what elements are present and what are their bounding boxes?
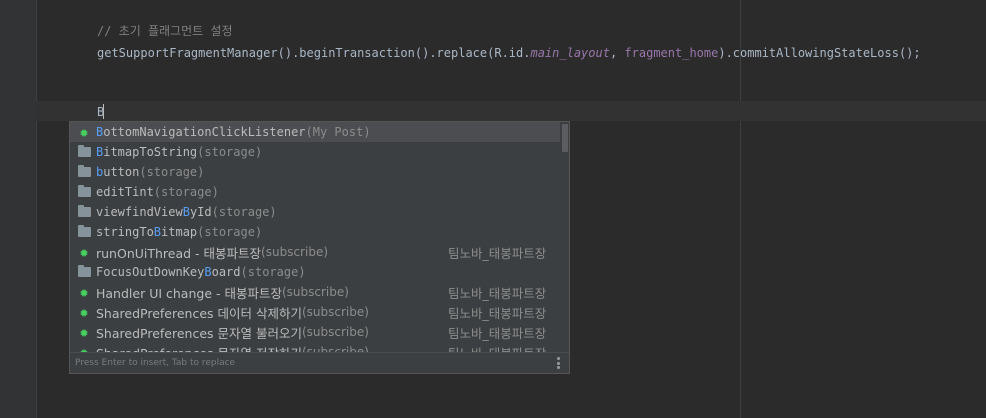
current-line-highlight [36,101,986,121]
text-caret [103,104,104,119]
completion-item-name: SharedPreferences 문자열 저장하기 [96,343,302,353]
completion-item[interactable]: BitmapToString (storage) [70,142,560,162]
live-template-icon: ✹ [79,283,89,301]
completion-item[interactable]: ✹ Handler UI change - 태봉파트장 (subscribe) 팀노바… [70,282,560,302]
completion-item-source: 팀노바_태봉파트장 [448,285,547,301]
right-margin-guide [740,0,741,418]
completion-item-group: (storage) [153,185,219,199]
completion-item-name: runOnUiThread - 태봉파트장 [96,245,262,261]
completion-item-source: 팀노바_태봉파트장 [448,305,547,321]
completion-item-name: Handler UI change - 태봉파트장 [96,285,282,301]
completion-item[interactable]: ✹ SharedPreferences 데이터 삭제하기 (subscribe) 팀노… [70,302,560,322]
completion-item[interactable]: viewfindViewById (storage) [70,202,560,222]
footer-hint: Press Enter to insert, Tab to replace [75,358,236,368]
completion-item-name: stringToBitmap [96,225,198,239]
live-template-icon: ✹ [79,123,89,141]
completion-item[interactable]: button (storage) [70,162,560,182]
completion-item-name: editTint [96,185,154,199]
completion-item-name: SharedPreferences 데이터 삭제하기 [96,305,302,321]
completion-item-name: viewfindViewById [96,205,212,219]
code-arg: fragment_home [624,46,719,60]
completion-item[interactable]: ✹ SharedPreferences 문자열 불러오기 (subscribe) 팀노… [70,322,560,342]
completion-item-group: (subscribe) [281,285,349,299]
completion-item-group: (subscribe) [301,345,369,352]
scrollbar-track[interactable] [560,122,569,352]
completion-item-group: (My Post) [305,125,371,139]
live-template-icon: ✹ [79,343,89,353]
editor-gutter [0,0,37,418]
completion-item-group: (subscribe) [301,305,369,319]
completion-item-group: (storage) [197,225,263,239]
live-template-icon: ✹ [79,243,89,261]
scrollbar-thumb[interactable] [562,124,568,152]
code-comment: // 초기 플래그먼트 설정 [97,24,233,38]
completion-list[interactable]: ✹ BottomNavigationClickListener (My Post) B… [70,122,560,352]
code-field: main_layout [530,46,610,60]
folder-icon [77,145,91,159]
completion-item-name: BitmapToString [96,145,198,159]
completion-item-group: (storage) [139,165,205,179]
folder-icon [77,185,91,199]
completion-item-name: FocusOutDownKeyBoard [96,265,241,279]
completion-item[interactable]: FocusOutDownKeyBoard (storage) [70,262,560,282]
completion-item-group: (storage) [240,265,306,279]
completion-item-group: (subscribe) [261,245,329,259]
completion-item-group: (storage) [211,205,277,219]
completion-item-name: SharedPreferences 문자열 불러오기 [96,325,302,341]
completion-item[interactable]: editTint (storage) [70,182,560,202]
folder-icon [77,205,91,219]
folder-icon [77,265,91,279]
folder-icon [77,225,91,239]
completion-item-name: button [96,165,140,179]
autocomplete-popup[interactable]: ✹ BottomNavigationClickListener (My Post) B… [69,121,570,374]
live-template-icon: ✹ [79,323,89,341]
completion-item[interactable]: ✹ BottomNavigationClickListener (My Post) [70,122,560,142]
code-part: , [609,46,625,60]
completion-item[interactable]: ✹ runOnUiThread - 태봉파트장 (subscribe) 팀노바_태봉파… [70,242,560,262]
completion-item-group: (storage) [197,145,263,159]
live-template-icon: ✹ [79,303,89,321]
completion-item-name: BottomNavigationClickListener [96,125,306,139]
more-options-icon[interactable] [557,357,560,369]
completion-item[interactable]: stringToBitmap (storage) [70,222,560,242]
popup-footer: Press Enter to insert, Tab to replace [70,352,569,373]
completion-item-source: 팀노바_태봉파트장 [448,245,547,261]
completion-item[interactable]: ✹ SharedPreferences 문자열 저장하기(subscribe) 팀노… [70,342,560,353]
code-line-fragment-transaction[interactable]: getSupportFragmentManager().beginTransac… [97,45,921,61]
completion-item-group: (subscribe) [301,325,369,339]
completion-item-source: 팀노바_태봉파트장 [448,343,546,353]
code-part: ).commitAllowingStateLoss(); [718,46,921,60]
code-part: getSupportFragmentManager().beginTransac… [97,46,531,60]
folder-icon [77,165,91,179]
completion-item-source: 팀노바_태봉파트장 [448,325,547,341]
